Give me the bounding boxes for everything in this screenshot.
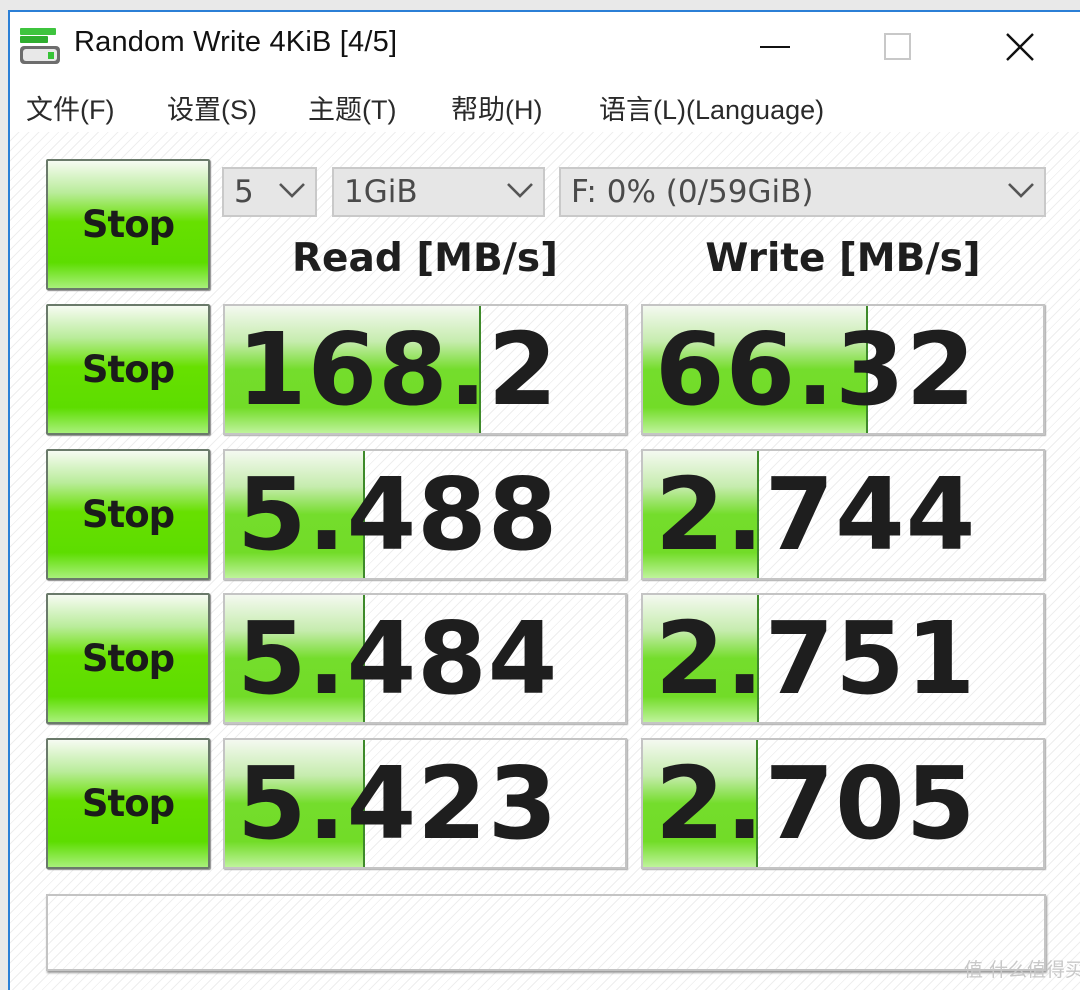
title-bar: Random Write 4KiB [4/5] — [10, 12, 1080, 82]
test-button-label: Stop — [81, 493, 175, 536]
test-button-3[interactable]: Stop — [46, 593, 210, 724]
test-count-value: 5 — [234, 174, 254, 210]
test-button-label: Stop — [81, 782, 175, 825]
read-speed-value: 168.2 — [237, 311, 559, 428]
menu-bar: 文件(F) 设置(S) 主题(T) 帮助(H) 语言(L)(Language) — [10, 82, 1080, 133]
drive-icon — [20, 28, 60, 64]
client-area: Stop 5 1GiB F: 0% (0/59GiB) Read [MB/s] … — [10, 132, 1080, 990]
menu-help[interactable]: 帮助(H) — [451, 88, 542, 127]
comment-input[interactable] — [46, 894, 1046, 971]
menu-settings[interactable]: 设置(S) — [167, 88, 257, 127]
close-icon — [1006, 33, 1034, 61]
test-size-select[interactable]: 1GiB — [332, 167, 545, 217]
write-result-cell: 2.751 — [641, 593, 1045, 724]
read-speed-value: 5.423 — [237, 745, 559, 862]
minimize-icon — [760, 46, 790, 48]
drive-select[interactable]: F: 0% (0/59GiB) — [559, 167, 1046, 217]
maximize-button[interactable] — [858, 12, 938, 82]
write-speed-value: 2.705 — [655, 745, 977, 862]
drive-value: F: 0% (0/59GiB) — [571, 174, 814, 210]
test-button-4[interactable]: Stop — [46, 738, 210, 869]
chevron-down-icon — [507, 183, 533, 198]
test-button-2[interactable]: Stop — [46, 449, 210, 580]
stop-all-label: Stop — [81, 203, 175, 246]
read-speed-value: 5.484 — [237, 600, 559, 717]
test-count-select[interactable]: 5 — [222, 167, 317, 217]
write-speed-value: 66.32 — [655, 311, 977, 428]
write-result-cell: 2.705 — [641, 738, 1045, 869]
write-column-header: Write [MB/s] — [705, 236, 981, 281]
test-button-label: Stop — [81, 637, 175, 680]
test-size-value: 1GiB — [344, 174, 418, 210]
chevron-down-icon — [279, 183, 305, 198]
window-title: Random Write 4KiB [4/5] — [74, 26, 398, 58]
test-button-1[interactable]: Stop — [46, 304, 210, 435]
menu-language[interactable]: 语言(L)(Language) — [599, 88, 824, 127]
test-button-label: Stop — [81, 348, 175, 391]
read-column-header: Read [MB/s] — [292, 236, 558, 281]
close-button[interactable] — [980, 12, 1060, 82]
maximize-icon — [884, 33, 911, 60]
stop-all-button[interactable]: Stop — [46, 159, 210, 290]
chevron-down-icon — [1008, 183, 1034, 198]
read-result-cell: 5.484 — [223, 593, 627, 724]
minimize-button[interactable] — [735, 12, 815, 82]
read-result-cell: 5.488 — [223, 449, 627, 580]
menu-file[interactable]: 文件(F) — [26, 88, 114, 127]
write-speed-value: 2.744 — [655, 456, 977, 573]
menu-theme[interactable]: 主题(T) — [308, 88, 396, 127]
watermark: 值 什么值得买 — [963, 959, 1080, 981]
write-speed-value: 2.751 — [655, 600, 977, 717]
write-result-cell: 2.744 — [641, 449, 1045, 580]
app-window: Random Write 4KiB [4/5] 文件(F) 设置(S) 主题(T… — [8, 10, 1080, 990]
read-speed-value: 5.488 — [237, 456, 559, 573]
write-result-cell: 66.32 — [641, 304, 1045, 435]
read-result-cell: 5.423 — [223, 738, 627, 869]
read-result-cell: 168.2 — [223, 304, 627, 435]
